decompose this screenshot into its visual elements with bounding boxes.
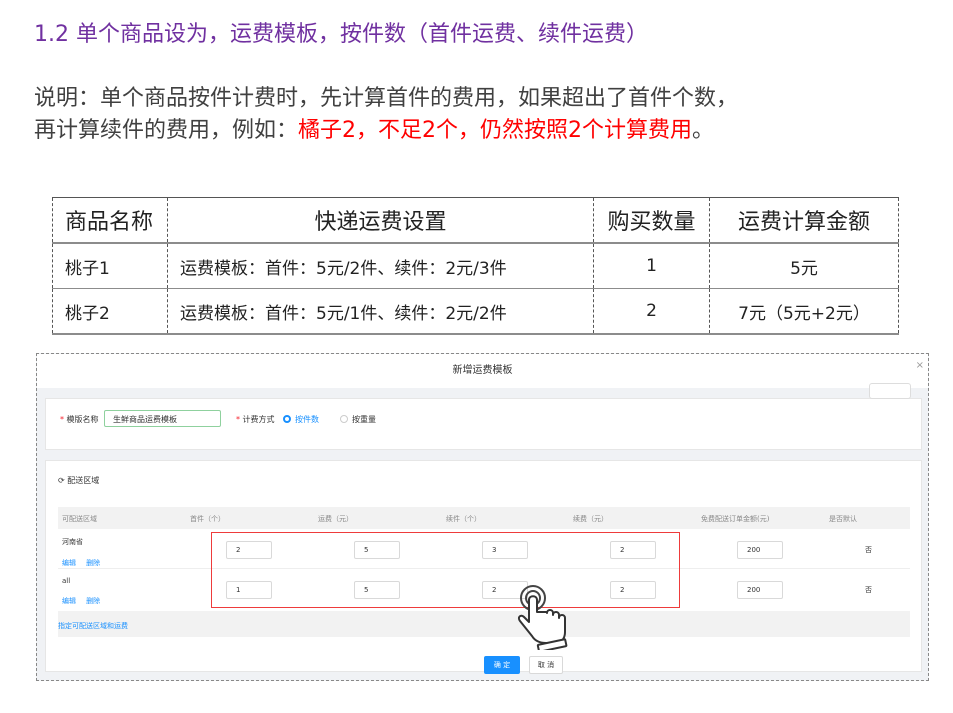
option-by-weight-label: 按重量	[352, 415, 376, 424]
header-product-name: 商品名称	[52, 197, 168, 244]
edit-link[interactable]: 编辑	[62, 597, 76, 605]
description-example: 橘子2，不足2个，仍然按照2个计算费用	[298, 118, 693, 143]
quantity: 1	[593, 242, 710, 289]
add-region-link[interactable]: 指定可配送区域和运费	[58, 621, 128, 631]
refresh-icon: ⟳	[58, 476, 68, 485]
shipping-setting: 运费模板：首件：5元/1件、续件：2元/2件	[167, 288, 594, 335]
table-row: 桃子2 运费模板：首件：5元/1件、续件：2元/2件 2 7元（5元+2元）	[52, 288, 899, 335]
template-name-label: * 模版名称	[60, 415, 99, 424]
col-first-fee: 运费（元）	[318, 515, 353, 523]
col-extra-fee: 续费（元）	[573, 515, 608, 523]
section-title: ⟳ 配送区域	[58, 476, 100, 485]
region-name: all	[62, 577, 71, 585]
template-basic-card: * 模版名称 生鲜商品运费模板 * 计费方式 按件数 按重量	[45, 383, 922, 450]
option-by-count-label: 按件数	[295, 415, 319, 424]
description-prefix: 再计算续件的费用，例如：	[34, 118, 299, 143]
description-line-2: 再计算续件的费用，例如：橘子2，不足2个，仍然按照2个计算费用。	[34, 112, 714, 144]
is-default: 否	[865, 586, 872, 594]
free-amount-input[interactable]: 200	[737, 541, 783, 559]
is-default: 否	[865, 546, 872, 554]
table-row: 桃子1 运费模板：首件：5元/2件、续件：2元/3件 1 5元	[52, 242, 899, 289]
delete-link[interactable]: 删除	[86, 597, 100, 605]
header-quantity: 购买数量	[593, 197, 710, 244]
region-row: all 编辑 删除	[62, 577, 100, 607]
shipping-setting: 运费模板：首件：5元/2件、续件：2元/3件	[167, 242, 594, 289]
quantity: 2	[593, 288, 710, 335]
template-name-input[interactable]: 生鲜商品运费模板	[104, 410, 221, 427]
region-table-header: 可配送区域 首件（个） 运费（元） 续件（个） 续费（元） 免费配送订单金额(元…	[58, 507, 910, 529]
table-header-row: 商品名称 快递运费设置 购买数量 运费计算金额	[52, 197, 899, 244]
modal-title: 新增运费模板	[37, 354, 928, 388]
section-heading: 1.2 单个商品设为，运费模板，按件数（首件运费、续件运费）	[34, 22, 648, 47]
col-free-amount: 免费配送订单金额(元)	[701, 515, 770, 523]
confirm-button[interactable]: 确 定	[484, 656, 520, 674]
radio-by-weight[interactable]	[340, 415, 348, 423]
freight-amount: 7元（5元+2元）	[709, 288, 899, 335]
region-name: 河南省	[62, 538, 83, 546]
freight-amount: 5元	[709, 242, 899, 289]
hand-pointer-icon	[517, 585, 568, 650]
top-button[interactable]	[869, 383, 911, 399]
description-suffix: 。	[692, 118, 715, 143]
product-name: 桃子2	[52, 288, 168, 335]
add-region-row	[58, 611, 910, 637]
free-amount-input[interactable]: 200	[737, 581, 783, 599]
edit-link[interactable]: 编辑	[62, 559, 76, 567]
close-icon[interactable]: ×	[916, 360, 924, 371]
description-line-1: 说明：单个商品按件计费时，先计算首件的费用，如果超出了首件个数，	[34, 86, 739, 111]
header-freight-amount: 运费计算金额	[709, 197, 899, 244]
freight-template-modal-screenshot: 新增运费模板 × * 模版名称 生鲜商品运费模板 * 计费方式 按件数 按重量 …	[36, 353, 929, 681]
col-extra-count: 续件（个）	[446, 515, 481, 523]
highlight-box	[211, 532, 680, 608]
col-region: 可配送区域	[62, 515, 97, 523]
col-is-default: 是否默认	[829, 515, 857, 523]
product-freight-table: 商品名称 快递运费设置 购买数量 运费计算金额 桃子1 运费模板：首件：5元/2…	[52, 197, 899, 335]
cancel-button[interactable]: 取 消	[529, 656, 563, 674]
delete-link[interactable]: 删除	[86, 559, 100, 567]
calc-method-label: * 计费方式	[236, 415, 275, 424]
radio-by-count[interactable]	[283, 415, 291, 423]
header-shipping-setting: 快递运费设置	[167, 197, 594, 244]
col-first-count: 首件（个）	[190, 515, 225, 523]
product-name: 桃子1	[52, 242, 168, 289]
region-row: 河南省 编辑 删除	[62, 537, 100, 569]
